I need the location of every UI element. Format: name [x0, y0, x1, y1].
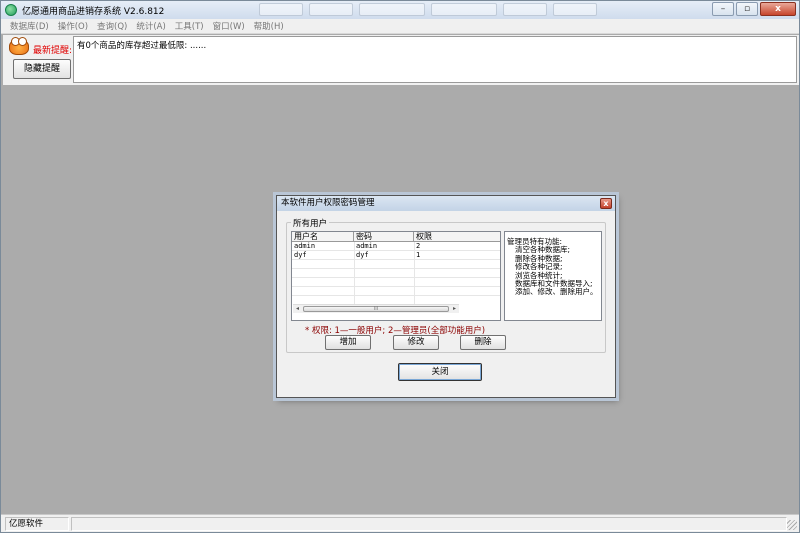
cell-password: admin: [356, 242, 378, 250]
column-header-username[interactable]: 用户名: [292, 232, 354, 242]
menu-statistics[interactable]: 统计(A): [136, 20, 165, 32]
status-company: 亿愿软件: [5, 517, 69, 531]
close-dialog-button[interactable]: 关闭: [398, 363, 482, 381]
ghost-tab: [431, 3, 497, 16]
ghost-tab: [359, 3, 425, 16]
menu-help[interactable]: 帮助(H): [254, 20, 284, 32]
menu-bar: 数据库(D) 操作(O) 查询(Q) 统计(A) 工具(T) 窗口(W) 帮助(…: [1, 19, 799, 34]
edit-user-button[interactable]: 修改: [393, 335, 439, 350]
maximize-button[interactable]: ▫: [736, 2, 758, 16]
title-bar: 亿愿通用商品进销存系统 V2.6.812 – ▫ x: [1, 1, 799, 19]
status-message: [71, 517, 787, 531]
cell-password: dyf: [356, 251, 369, 259]
table-row[interactable]: admin admin 2: [292, 242, 500, 251]
dialog-close-icon[interactable]: x: [600, 198, 612, 209]
alert-message-box[interactable]: 有0个商品的库存超过最低限: ......: [73, 36, 797, 83]
minimize-button[interactable]: –: [712, 2, 734, 16]
horizontal-scrollbar[interactable]: ◂ III ▸: [293, 304, 459, 313]
ghost-tab: [259, 3, 303, 16]
menu-tools[interactable]: 工具(T): [175, 20, 204, 32]
all-users-group: 所有用户 用户名 密码 权限 admin admin 2 dyf dyf 1 ◂…: [286, 217, 606, 353]
ghost-tab: [503, 3, 547, 16]
admin-feature: 添加、修改、删除用户。: [515, 287, 598, 297]
delete-user-button[interactable]: 删除: [460, 335, 506, 350]
menu-window[interactable]: 窗口(W): [213, 20, 245, 32]
column-header-permission[interactable]: 权限: [414, 232, 500, 242]
table-header: 用户名 密码 权限: [292, 232, 500, 242]
table-row-empty: [292, 269, 500, 278]
window-title: 亿愿通用商品进销存系统 V2.6.812: [22, 6, 165, 17]
dialog-title-bar: 本软件用户权限密码管理 x: [277, 196, 615, 211]
cell-permission: 1: [416, 251, 421, 259]
alert-title: 最新提醒:: [33, 46, 73, 56]
admin-features-box: 管理员特有功能: 清空各种数据库; 删除各种数据; 修改各种记录; 浏览各种统计…: [504, 231, 602, 321]
menu-database[interactable]: 数据库(D): [10, 20, 49, 32]
scroll-right-icon[interactable]: ▸: [450, 305, 459, 313]
cell-permission: 2: [416, 242, 421, 250]
table-row-empty: [292, 260, 500, 269]
window-controls: – ▫ x: [712, 2, 796, 16]
dialog-title: 本软件用户权限密码管理: [281, 198, 375, 208]
menu-operation[interactable]: 操作(O): [58, 20, 88, 32]
resize-grip-icon[interactable]: [787, 520, 797, 530]
scroll-thumb[interactable]: III: [303, 306, 449, 312]
group-title: 所有用户: [291, 217, 330, 229]
alert-controls: 最新提醒: 隐藏提醒: [5, 35, 73, 83]
cell-username: dyf: [294, 251, 307, 259]
alert-message: 有0个商品的库存超过最低限: ......: [77, 41, 207, 51]
cell-username: admin: [294, 242, 316, 250]
ghost-tab: [553, 3, 597, 16]
scroll-left-icon[interactable]: ◂: [293, 305, 302, 313]
user-permission-dialog: 本软件用户权限密码管理 x 所有用户 用户名 密码 权限 admin admin…: [276, 195, 616, 398]
table-row[interactable]: dyf dyf 1: [292, 251, 500, 260]
alert-panel: 最新提醒: 隐藏提醒 有0个商品的库存超过最低限: ......: [3, 35, 799, 85]
frog-icon: [9, 37, 29, 55]
app-logo-icon: [5, 4, 17, 16]
status-bar: 亿愿软件: [1, 514, 799, 532]
taskbar-ghost: [259, 3, 597, 16]
add-user-button[interactable]: 增加: [325, 335, 371, 350]
table-row-empty: [292, 278, 500, 287]
menu-query[interactable]: 查询(Q): [97, 20, 127, 32]
users-table[interactable]: 用户名 密码 权限 admin admin 2 dyf dyf 1 ◂ III …: [291, 231, 501, 321]
column-header-password[interactable]: 密码: [354, 232, 414, 242]
app-window: 亿愿通用商品进销存系统 V2.6.812 – ▫ x 数据库(D) 操作(O) …: [0, 0, 800, 533]
hide-alert-button[interactable]: 隐藏提醒: [13, 59, 71, 79]
ghost-tab: [309, 3, 353, 16]
close-window-button[interactable]: x: [760, 2, 796, 16]
table-row-empty: [292, 287, 500, 296]
